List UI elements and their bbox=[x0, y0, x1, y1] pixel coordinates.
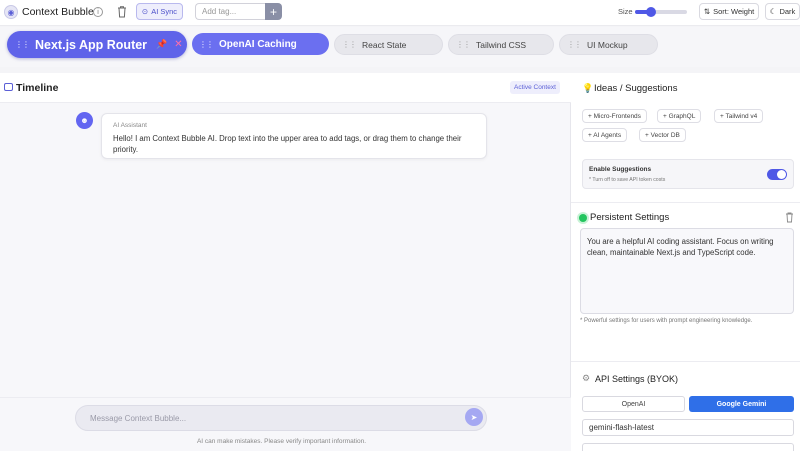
ideas-section: 💡 Ideas / Suggestions + Micro-Frontends … bbox=[571, 73, 800, 203]
enable-suggestions-title: Enable Suggestions bbox=[589, 166, 652, 173]
enable-suggestions-subtitle: * Turn off to save API token costs bbox=[589, 177, 666, 183]
gear-icon: ⚙ bbox=[582, 373, 591, 383]
drag-handle-icon[interactable]: ⋮⋮ bbox=[199, 40, 214, 49]
dark-mode-button[interactable]: ☾ Dark bbox=[765, 3, 800, 20]
suggestion-chip[interactable]: + Tailwind v4 bbox=[714, 109, 764, 123]
ai-sync-button[interactable]: ⊙ AI Sync bbox=[136, 3, 183, 20]
message-sender: AI Assistant bbox=[113, 122, 147, 129]
message-text: Hello! I am Context Bubble AI. Drop text… bbox=[113, 134, 462, 154]
size-slider-thumb[interactable] bbox=[645, 7, 656, 17]
send-icon: ➤ bbox=[470, 412, 478, 422]
drag-handle-icon[interactable]: ⋮⋮ bbox=[456, 40, 471, 49]
api-settings-section: ⚙ API Settings (BYOK) OpenAI Google Gemi… bbox=[571, 363, 800, 451]
bubble-ui-mockup[interactable]: ⋮⋮ UI Mockup bbox=[559, 34, 658, 55]
moon-icon: ☾ bbox=[769, 7, 777, 16]
timeline-icon bbox=[4, 83, 13, 91]
bubble-label: Tailwind CSS bbox=[476, 39, 527, 50]
persistent-settings-section: Persistent Settings You are a helpful AI… bbox=[571, 204, 800, 362]
drag-handle-icon[interactable]: ⋮⋮ bbox=[342, 40, 357, 49]
persistent-settings-title: Persistent Settings bbox=[590, 212, 670, 223]
send-button[interactable]: ➤ bbox=[465, 408, 483, 426]
composer-area: ➤ AI can make mistakes. Please verify im… bbox=[0, 397, 571, 451]
enable-suggestions-box: Enable Suggestions * Turn off to save AP… bbox=[582, 159, 794, 189]
bubble-openai-caching[interactable]: ⋮⋮ OpenAI Caching bbox=[192, 33, 329, 55]
enable-suggestions-toggle[interactable] bbox=[767, 169, 787, 180]
bubble-nextjs-app-router[interactable]: ⋮⋮ Next.js App Router 📌 ✕ bbox=[7, 31, 187, 58]
timeline-panel: Timeline Active Context ☻ AI Assistant H… bbox=[0, 73, 571, 451]
trash-icon[interactable] bbox=[116, 5, 128, 19]
size-label: Size bbox=[618, 7, 633, 16]
close-icon[interactable]: ✕ bbox=[174, 39, 182, 50]
lightbulb-icon: 💡 bbox=[582, 83, 594, 93]
pin-icon[interactable]: 📌 bbox=[156, 39, 167, 50]
size-slider[interactable] bbox=[635, 7, 687, 17]
bot-icon: ☻ bbox=[76, 112, 93, 129]
status-dot-icon bbox=[579, 214, 587, 222]
sync-icon: ⊙ bbox=[141, 7, 149, 16]
dark-mode-label: Dark bbox=[779, 7, 796, 16]
ideas-title: Ideas / Suggestions bbox=[594, 83, 678, 94]
trash-icon[interactable] bbox=[785, 212, 794, 223]
app-title: Context Bubble bbox=[22, 6, 94, 18]
timeline-header: Timeline Active Context bbox=[0, 73, 571, 103]
sort-icon: ⇅ bbox=[703, 7, 711, 16]
disclaimer-text: AI can make mistakes. Please verify impo… bbox=[196, 438, 367, 445]
bubble-label: Next.js App Router bbox=[35, 37, 148, 52]
drag-handle-icon[interactable]: ⋮⋮ bbox=[567, 40, 582, 49]
add-tag-input[interactable] bbox=[195, 3, 265, 20]
message-input[interactable] bbox=[75, 405, 487, 431]
chat-message: AI Assistant Hello! I am Context Bubble … bbox=[101, 113, 487, 159]
drag-handle-icon[interactable]: ⋮⋮ bbox=[15, 40, 30, 49]
add-tag-button[interactable]: + bbox=[265, 3, 282, 20]
suggestion-chip[interactable]: + GraphQL bbox=[657, 109, 702, 123]
suggestion-chip[interactable]: + Micro-Frontends bbox=[582, 109, 647, 123]
info-icon[interactable]: i bbox=[93, 7, 103, 17]
provider-openai-button[interactable]: OpenAI bbox=[582, 396, 685, 412]
brain-icon: ◉ bbox=[4, 5, 18, 19]
api-settings-title: API Settings (BYOK) bbox=[595, 374, 679, 384]
suggestion-chip[interactable]: + AI Agents bbox=[582, 128, 628, 142]
right-panel: 💡 Ideas / Suggestions + Micro-Frontends … bbox=[571, 73, 800, 451]
provider-gemini-button[interactable]: Google Gemini bbox=[689, 396, 794, 412]
bubble-label: React State bbox=[362, 39, 407, 50]
bubble-label: OpenAI Caching bbox=[219, 38, 297, 50]
sort-label: Sort: Weight bbox=[713, 7, 755, 16]
bubble-react-state[interactable]: ⋮⋮ React State bbox=[334, 34, 443, 55]
bubble-label: UI Mockup bbox=[587, 39, 628, 50]
system-prompt-textarea[interactable]: You are a helpful AI coding assistant. F… bbox=[580, 228, 794, 314]
top-bar: ◉ Context Bubble i ⊙ AI Sync + Size ⇅ So… bbox=[0, 0, 800, 26]
ai-sync-label: AI Sync bbox=[151, 7, 178, 16]
bubble-area[interactable]: ⋮⋮ Next.js App Router 📌 ✕ ⋮⋮ OpenAI Cach… bbox=[0, 27, 800, 67]
toggle-knob bbox=[777, 170, 786, 179]
sort-button[interactable]: ⇅ Sort: Weight bbox=[699, 3, 759, 20]
timeline-title: Timeline bbox=[16, 82, 59, 94]
persistent-settings-note: * Powerful settings for users with promp… bbox=[580, 318, 753, 324]
model-input[interactable] bbox=[582, 419, 794, 436]
suggestion-chip[interactable]: + Vector DB bbox=[639, 128, 686, 142]
api-key-input[interactable] bbox=[582, 443, 794, 451]
active-context-badge: Active Context bbox=[510, 81, 560, 94]
bubble-tailwind-css[interactable]: ⋮⋮ Tailwind CSS bbox=[448, 34, 554, 55]
